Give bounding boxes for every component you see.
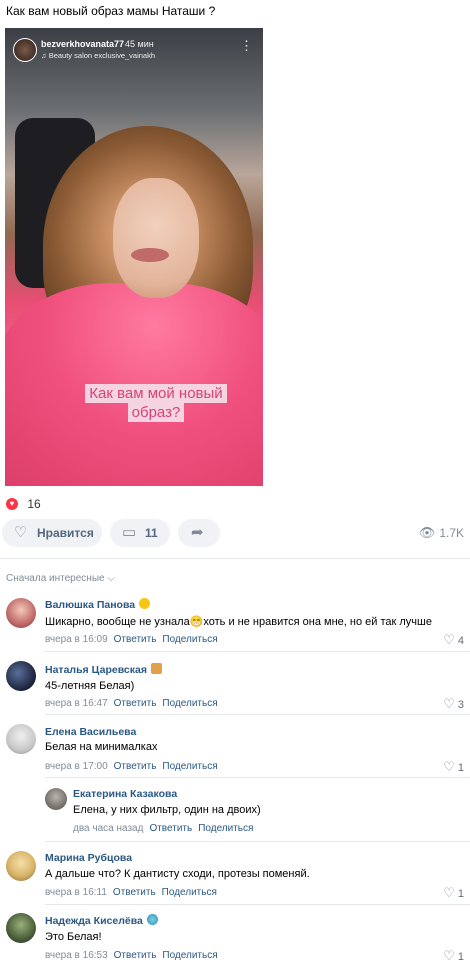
heart-outline-icon: ♡ — [443, 696, 455, 711]
share-link[interactable]: Поделиться — [198, 823, 253, 834]
comment-like[interactable]: ♡ 1 — [443, 948, 464, 964]
comment-author[interactable]: Елена Васильева — [45, 726, 136, 738]
reply-link[interactable]: Ответить — [113, 887, 156, 898]
comment-time[interactable]: вчера в 16:09 — [45, 634, 108, 645]
comment-text: Елена, у них фильтр, один на двоих) — [73, 804, 261, 816]
reply-link[interactable]: Ответить — [149, 823, 192, 834]
author-name[interactable]: Надежда Киселёва — [45, 915, 143, 927]
avatar[interactable] — [6, 913, 36, 943]
heart-outline-icon: ♡ — [14, 524, 28, 541]
divider — [45, 841, 470, 842]
story-time: 45 мин — [125, 39, 154, 49]
meditation-icon — [150, 663, 162, 674]
comment-meta: вчера в 17:00 Ответить Поделиться — [45, 761, 218, 772]
share-link[interactable]: Поделиться — [162, 698, 217, 709]
comment-meta: два часа назад Ответить Поделиться — [73, 823, 253, 834]
reply-link[interactable]: Ответить — [114, 634, 157, 645]
avatar[interactable] — [6, 724, 36, 754]
comment-author[interactable]: Валюшка Панова — [45, 598, 151, 611]
comment-like[interactable]: ♡ 1 — [443, 759, 464, 775]
like-label: Нравится — [37, 526, 94, 540]
share-link[interactable]: Поделиться — [162, 761, 217, 772]
share-link[interactable]: Поделиться — [162, 950, 217, 961]
share-link[interactable]: Поделиться — [162, 887, 217, 898]
avatar[interactable] — [45, 788, 67, 810]
lips — [131, 248, 169, 262]
reply-link[interactable]: Ответить — [114, 698, 157, 709]
comments-button[interactable]: ▭ 11 — [110, 519, 170, 547]
author-name[interactable]: Наталья Царевская — [45, 664, 147, 676]
story-caption: Как вам мой новый образ? — [71, 384, 241, 422]
author-name[interactable]: Валюшка Панова — [45, 599, 135, 611]
comments-count: 11 — [145, 526, 158, 540]
comment-like-count: 1 — [457, 951, 464, 963]
comment-like-count: 3 — [457, 699, 464, 711]
story-avatar — [13, 38, 37, 62]
comment-meta: вчера в 16:11 Ответить Поделиться — [45, 887, 217, 898]
sun-icon — [139, 598, 151, 609]
avatar[interactable] — [6, 598, 36, 628]
heart-outline-icon: ♡ — [443, 632, 455, 647]
divider — [0, 558, 470, 559]
divider — [45, 651, 470, 652]
avatar[interactable] — [6, 851, 36, 881]
post-title: Как вам новый образ мамы Наташи ? — [6, 4, 216, 18]
comment-like[interactable]: ♡ 4 — [443, 632, 464, 648]
heart-outline-icon: ♡ — [443, 759, 455, 774]
comment-time[interactable]: вчера в 16:53 — [45, 950, 108, 961]
comment-author[interactable]: Наталья Царевская — [45, 663, 162, 676]
comment-time[interactable]: вчера в 17:00 — [45, 761, 108, 772]
heart-outline-icon: ♡ — [443, 885, 455, 900]
face — [113, 178, 199, 298]
comment-text: Белая на минималках — [45, 741, 158, 753]
like-button[interactable]: ♡ Нравится — [2, 519, 102, 547]
share-button[interactable]: ➦ — [178, 519, 220, 547]
share-icon: ➦ — [191, 524, 204, 541]
reply-link[interactable]: Ответить — [114, 950, 157, 961]
comment-like-count: 1 — [457, 888, 464, 900]
comment-time[interactable]: вчера в 16:11 — [45, 887, 107, 898]
divider — [45, 777, 470, 778]
views-counter: 👁 1.7K — [419, 525, 464, 541]
comment-author[interactable]: Надежда Киселёва — [45, 914, 158, 927]
comment-like-count: 4 — [457, 635, 464, 647]
comment-meta: вчера в 16:09 Ответить Поделиться — [45, 634, 218, 645]
reactions-summary[interactable]: ♥ 16 — [6, 496, 41, 512]
comment-meta: вчера в 16:53 Ответить Поделиться — [45, 950, 218, 961]
comment-meta: вчера в 16:47 Ответить Поделиться — [45, 698, 218, 709]
comment-like-count: 1 — [457, 762, 464, 774]
heart-icon: ♥ — [6, 497, 18, 510]
story-header: bezverkhovanata77 45 мин ♫ Beauty salon … — [13, 38, 255, 64]
globe-icon — [146, 914, 158, 925]
comment-like[interactable]: ♡ 1 — [443, 885, 464, 901]
eye-icon: 👁 — [418, 525, 436, 540]
comment-text: 45-летняя Белая) — [45, 680, 135, 692]
post-actions: ♡ Нравится ▭ 11 ➦ 👁 1.7K — [2, 519, 470, 549]
comment-author[interactable]: Екатерина Казакова — [73, 788, 177, 800]
likes-count: 16 — [27, 496, 41, 511]
comment-like[interactable]: ♡ 3 — [443, 696, 464, 712]
story-image[interactable]: bezverkhovanata77 45 мин ♫ Beauty salon … — [5, 28, 263, 486]
comment-text: Это Белая! — [45, 931, 102, 943]
divider — [45, 714, 470, 715]
sort-dropdown[interactable]: Сначала интересные ⌵ — [6, 573, 115, 584]
story-music: ♫ Beauty salon exclusive_vainakh — [41, 51, 156, 60]
divider — [45, 904, 470, 905]
comment-author[interactable]: Марина Рубцова — [45, 852, 132, 864]
views-count: 1.7K — [439, 526, 464, 540]
comment-icon: ▭ — [122, 524, 137, 541]
story-username: bezverkhovanata77 — [41, 39, 125, 49]
comment-text: Шикарно, вообще не узнала😁хоть и не нрав… — [45, 616, 432, 628]
share-link[interactable]: Поделиться — [162, 634, 217, 645]
reply-link[interactable]: Ответить — [114, 761, 157, 772]
avatar[interactable] — [6, 661, 36, 691]
comment-time[interactable]: два часа назад — [73, 823, 143, 834]
comment-text: А дальше что? К дантисту сходи, протезы … — [45, 868, 310, 880]
story-caption-line1: Как вам мой новый — [85, 384, 227, 403]
more-icon: ⋮ — [240, 38, 253, 53]
comment-time[interactable]: вчера в 16:47 — [45, 698, 108, 709]
story-caption-line2: образ? — [127, 403, 185, 422]
heart-outline-icon: ♡ — [443, 948, 455, 963]
